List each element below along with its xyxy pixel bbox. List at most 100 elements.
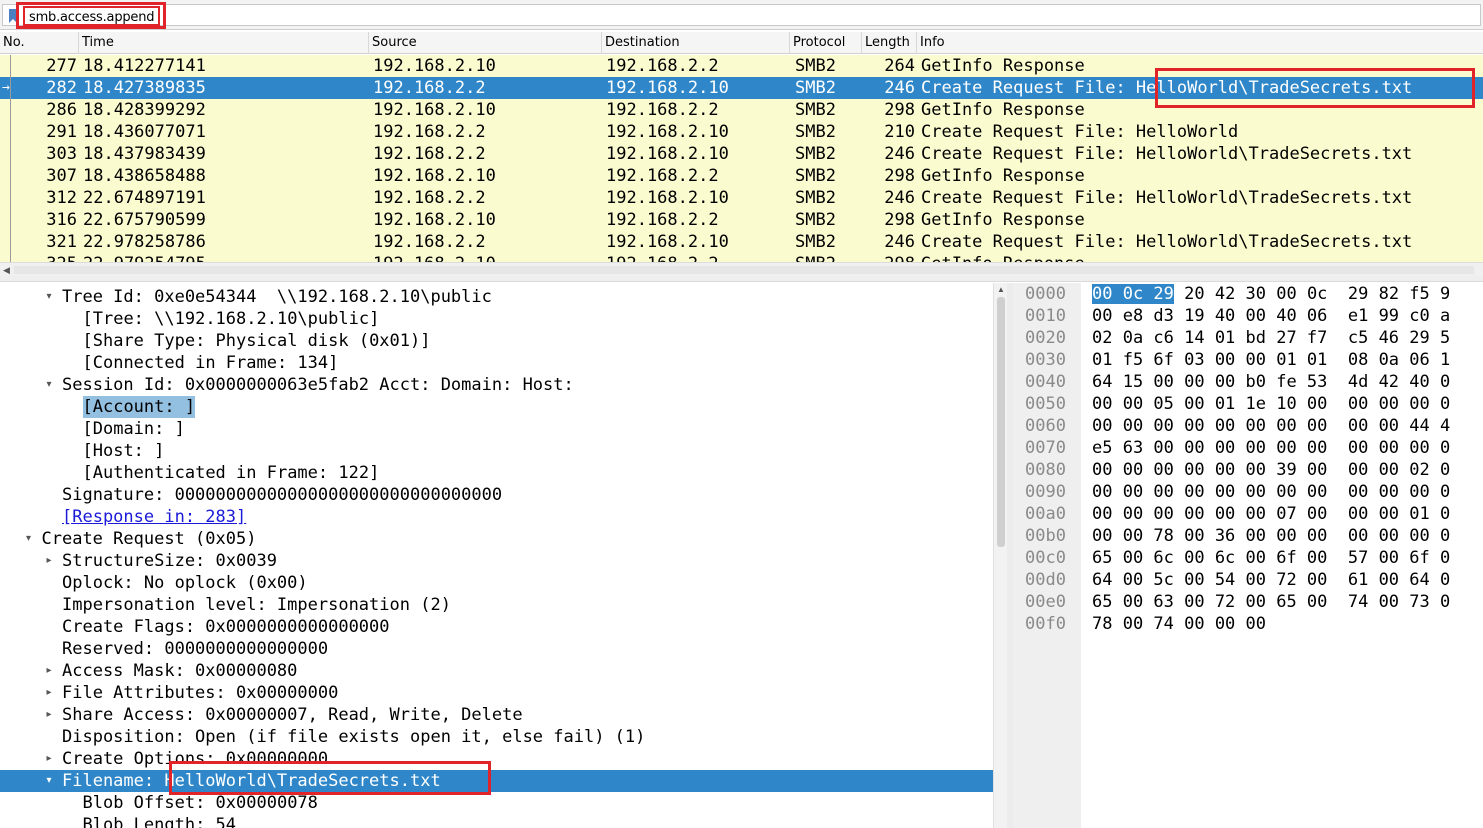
expand-right-icon[interactable]: ▸ xyxy=(43,550,55,572)
scrollbar-thumb[interactable] xyxy=(14,266,1474,274)
expand-down-icon[interactable]: ▾ xyxy=(43,286,55,308)
hex-row[interactable]: 00a0 00 00 00 00 00 00 07 00 00 00 01 0 xyxy=(1013,503,1483,525)
hex-bytes[interactable]: 00 0c 29 20 42 30 00 0c 29 82 f5 9 xyxy=(1092,283,1450,305)
expand-right-icon[interactable]: ▸ xyxy=(43,660,55,682)
detail-row[interactable]: [Connected in Frame: 134] xyxy=(0,352,993,374)
hex-row[interactable]: 0030 01 f5 6f 03 00 00 01 01 08 0a 06 1 xyxy=(1013,349,1483,371)
detail-row[interactable]: Create Flags: 0x0000000000000000 xyxy=(0,616,993,638)
detail-row[interactable]: Blob Offset: 0x00000078 xyxy=(0,792,993,814)
filter-text[interactable]: smb.access.append xyxy=(23,6,161,26)
detail-row[interactable]: [Account: ] xyxy=(0,396,993,418)
hex-bytes[interactable]: 64 15 00 00 00 b0 fe 53 4d 42 40 0 xyxy=(1092,371,1450,393)
column-header-protocol[interactable]: Protocol xyxy=(790,32,862,54)
detail-row[interactable]: [Host: ] xyxy=(0,440,993,462)
hex-row[interactable]: 0070 e5 63 00 00 00 00 00 00 00 00 00 0 xyxy=(1013,437,1483,459)
packet-row[interactable]: 316 22.675790599 192.168.2.10 192.168.2.2 SM… xyxy=(0,209,1483,231)
packet-row[interactable]: 312 22.674897191 192.168.2.2 192.168.2.10 SM… xyxy=(0,187,1483,209)
packet-row[interactable]: 291 18.436077071 192.168.2.2 192.168.2.10 SM… xyxy=(0,121,1483,143)
hex-row[interactable]: 00e0 65 00 63 00 72 00 65 00 74 00 73 0 xyxy=(1013,591,1483,613)
hex-row[interactable]: 0050 00 00 05 00 01 1e 10 00 00 00 00 0 xyxy=(1013,393,1483,415)
packet-cell-no: 312 xyxy=(46,188,77,208)
detail-row[interactable]: Oplock: No oplock (0x00) xyxy=(0,572,993,594)
detail-row[interactable]: [Authenticated in Frame: 122] xyxy=(0,462,993,484)
hex-bytes[interactable]: e5 63 00 00 00 00 00 00 00 00 00 0 xyxy=(1092,437,1450,459)
detail-row[interactable]: [Response in: 283] xyxy=(0,506,993,528)
scroll-left-arrow-icon[interactable]: ◀ xyxy=(3,265,10,276)
expand-down-icon[interactable]: ▾ xyxy=(43,374,55,396)
pane-splitter[interactable] xyxy=(0,276,1483,282)
details-vertical-scrollbar[interactable]: ▲ xyxy=(993,283,1007,828)
hex-row[interactable]: 0090 00 00 00 00 00 00 00 00 00 00 00 0 xyxy=(1013,481,1483,503)
detail-row[interactable]: ▸ Share Access: 0x00000007, Read, Write, … xyxy=(0,704,993,726)
hex-bytes[interactable]: 01 f5 6f 03 00 00 01 01 08 0a 06 1 xyxy=(1092,349,1450,371)
column-header-info[interactable]: Info xyxy=(917,32,1483,54)
hex-row[interactable]: 0020 02 0a c6 14 01 bd 27 f7 c5 46 29 5 xyxy=(1013,327,1483,349)
detail-row[interactable]: ▾ Filename: HelloWorld\TradeSecrets.txt xyxy=(0,770,993,792)
packet-row[interactable]: 325 22.979254795 192.168.2.10 192.168.2.2 SM… xyxy=(0,253,1483,262)
detail-row[interactable]: Reserved: 0000000000000000 xyxy=(0,638,993,660)
packet-row[interactable]: 307 18.438658488 192.168.2.10 192.168.2.2 SM… xyxy=(0,165,1483,187)
packet-cell-len: 210 xyxy=(884,122,915,142)
hex-row[interactable]: 00d0 64 00 5c 00 54 00 72 00 61 00 64 0 xyxy=(1013,569,1483,591)
hex-bytes[interactable]: 78 00 74 00 00 00 xyxy=(1092,613,1266,635)
hex-bytes[interactable]: 65 00 6c 00 6c 00 6f 00 57 00 6f 0 xyxy=(1092,547,1450,569)
packet-row[interactable]: 321 22.978258786 192.168.2.2 192.168.2.10 SM… xyxy=(0,231,1483,253)
scroll-up-arrow-icon[interactable]: ▲ xyxy=(997,285,1005,294)
column-header-length[interactable]: Length xyxy=(862,32,917,54)
hex-row[interactable]: 00b0 00 00 78 00 36 00 00 00 00 00 00 0 xyxy=(1013,525,1483,547)
detail-row[interactable]: Signature: 00000000000000000000000000000… xyxy=(0,484,993,506)
packet-list-horizontal-scrollbar[interactable]: ◀ xyxy=(0,262,1483,276)
detail-row[interactable]: Impersonation level: Impersonation (2) xyxy=(0,594,993,616)
hex-bytes[interactable]: 64 00 5c 00 54 00 72 00 61 00 64 0 xyxy=(1092,569,1450,591)
expand-down-icon[interactable]: ▾ xyxy=(23,528,35,550)
expand-right-icon[interactable]: ▸ xyxy=(43,682,55,704)
hex-bytes[interactable]: 00 00 00 00 00 00 39 00 00 00 02 0 xyxy=(1092,459,1450,481)
detail-row[interactable]: ▾ Tree Id: 0xe0e54344 \\192.168.2.10\publ… xyxy=(0,286,993,308)
hex-row[interactable]: 0080 00 00 00 00 00 00 39 00 00 00 02 0 xyxy=(1013,459,1483,481)
hex-row[interactable]: 00f0 78 00 74 00 00 00 xyxy=(1013,613,1483,635)
detail-row[interactable]: ▾ Create Request (0x05) xyxy=(0,528,993,550)
detail-row[interactable]: ▸ StructureSize: 0x0039 xyxy=(0,550,993,572)
hex-bytes[interactable]: 00 00 05 00 01 1e 10 00 00 00 00 0 xyxy=(1092,393,1450,415)
detail-row[interactable]: ▸ Create Options: 0x00000000 xyxy=(0,748,993,770)
hex-bytes[interactable]: 00 e8 d3 19 40 00 40 06 e1 99 c0 a xyxy=(1092,305,1450,327)
detail-row[interactable]: [Share Type: Physical disk (0x01)] xyxy=(0,330,993,352)
column-header-destination[interactable]: Destination xyxy=(602,32,790,54)
detail-row[interactable]: [Domain: ] xyxy=(0,418,993,440)
display-filter-toolbar: smb.access.append xyxy=(0,0,1483,30)
expand-right-icon[interactable]: ▸ xyxy=(43,704,55,726)
hex-row[interactable]: 0040 64 15 00 00 00 b0 fe 53 4d 42 40 0 xyxy=(1013,371,1483,393)
packet-row[interactable]: 303 18.437983439 192.168.2.2 192.168.2.10 SM… xyxy=(0,143,1483,165)
hex-bytes-selected[interactable]: 00 0c 29 xyxy=(1092,284,1174,304)
column-header-time[interactable]: Time xyxy=(79,32,369,54)
column-header-no[interactable]: No. xyxy=(0,32,79,54)
detail-row[interactable]: ▸ File Attributes: 0x00000000 xyxy=(0,682,993,704)
detail-row[interactable]: ▸ Access Mask: 0x00000080 xyxy=(0,660,993,682)
hex-row[interactable]: 0060 00 00 00 00 00 00 00 00 00 00 44 4 xyxy=(1013,415,1483,437)
expand-right-icon[interactable]: ▸ xyxy=(43,748,55,770)
hex-row[interactable]: 0000 00 0c 29 20 42 30 00 0c 29 82 f5 9 xyxy=(1013,283,1483,305)
expand-down-icon[interactable]: ▾ xyxy=(43,770,55,792)
detail-row[interactable]: ▾ Session Id: 0x0000000063e5fab2 Acct: Do… xyxy=(0,374,993,396)
bookmark-icon[interactable] xyxy=(8,9,18,23)
hex-row[interactable]: 00c0 65 00 6c 00 6c 00 6f 00 57 00 6f 0 xyxy=(1013,547,1483,569)
display-filter-input[interactable]: smb.access.append xyxy=(2,4,1481,26)
packet-row[interactable]: → 282 18.427389835 192.168.2.2 192.168.2.10 S… xyxy=(0,77,1483,99)
packet-row[interactable]: 286 18.428399292 192.168.2.10 192.168.2.2 SM… xyxy=(0,99,1483,121)
response-link[interactable]: [Response in: 283] xyxy=(62,506,246,528)
packet-row[interactable]: 277 18.412277141 192.168.2.10 192.168.2.2 SM… xyxy=(0,55,1483,77)
hex-bytes[interactable]: 00 00 78 00 36 00 00 00 00 00 00 0 xyxy=(1092,525,1450,547)
detail-row[interactable]: Disposition: Open (if file exists open i… xyxy=(0,726,993,748)
scrollbar-thumb[interactable] xyxy=(997,297,1005,547)
column-header-source[interactable]: Source xyxy=(369,32,602,54)
packet-cell-dst: 192.168.2.2 xyxy=(606,166,719,186)
detail-row[interactable]: Blob Length: 54 xyxy=(0,814,993,828)
hex-bytes[interactable]: 02 0a c6 14 01 bd 27 f7 c5 46 29 5 xyxy=(1092,327,1450,349)
hex-bytes[interactable]: 00 00 00 00 00 00 07 00 00 00 01 0 xyxy=(1092,503,1450,525)
detail-row[interactable]: [Tree: \\192.168.2.10\public] xyxy=(0,308,993,330)
hex-bytes[interactable]: 00 00 00 00 00 00 00 00 00 00 44 4 xyxy=(1092,415,1450,437)
hex-row[interactable]: 0010 00 e8 d3 19 40 00 40 06 e1 99 c0 a xyxy=(1013,305,1483,327)
hex-bytes[interactable]: 65 00 63 00 72 00 65 00 74 00 73 0 xyxy=(1092,591,1450,613)
detail-text: Reserved: 0000000000000000 xyxy=(62,639,329,659)
hex-bytes[interactable]: 00 00 00 00 00 00 00 00 00 00 00 0 xyxy=(1092,481,1450,503)
